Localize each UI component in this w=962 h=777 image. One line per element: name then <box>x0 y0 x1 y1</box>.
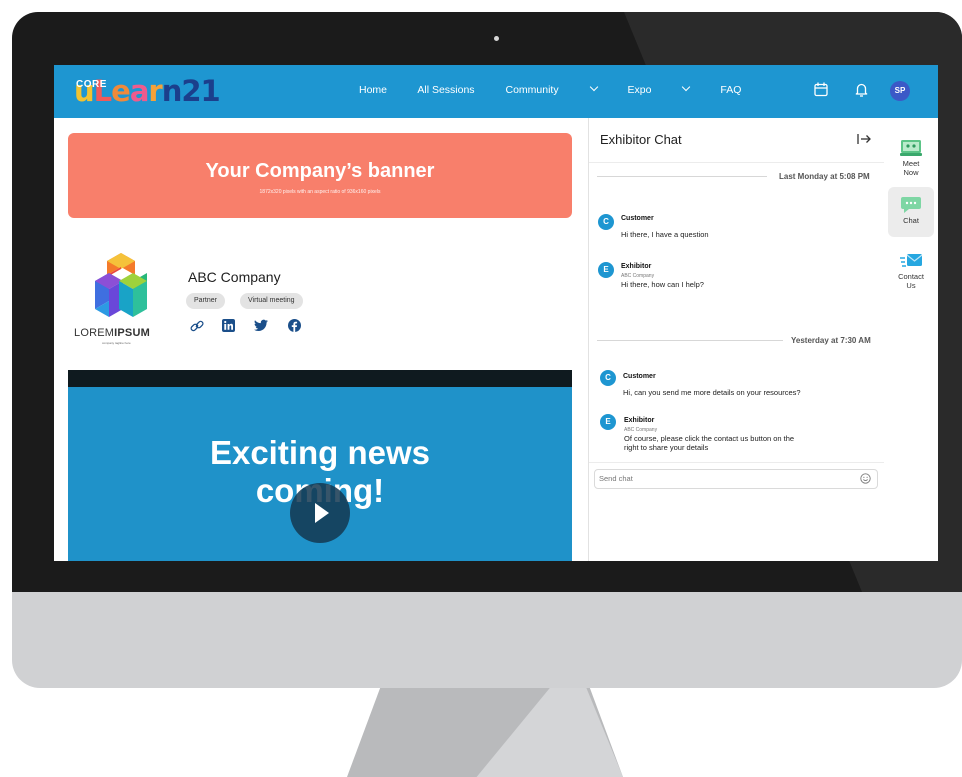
nav-faq[interactable]: FAQ <box>720 84 741 96</box>
facebook-icon[interactable] <box>288 319 301 332</box>
tag-virtual-meeting[interactable]: Virtual meeting <box>240 293 303 309</box>
nav-expo[interactable]: Expo <box>627 82 691 96</box>
message-text: Hi, can you send me more details on your… <box>623 388 801 397</box>
chat-bubble-icon <box>901 197 921 213</box>
nav-links: Home All Sessions Community Expo FAQ <box>359 82 769 96</box>
tag-partner[interactable]: Partner <box>186 293 225 309</box>
sender-name: Exhibitor <box>624 417 655 424</box>
emoji-icon[interactable] <box>860 473 871 484</box>
exhibitor-chat-panel: Exhibitor Chat Last Monday at 5:08 PM C … <box>588 118 886 561</box>
sender-organization: ABC Company <box>621 273 655 279</box>
nav-all-sessions[interactable]: All Sessions <box>417 84 474 96</box>
send-chat-input[interactable] <box>599 472 849 485</box>
sender-organization: ABC Company <box>624 427 658 433</box>
send-envelope-icon <box>900 254 923 267</box>
rail-chat-label: Chat <box>903 216 919 225</box>
webcam <box>494 36 499 41</box>
sender-name: Customer <box>623 373 656 380</box>
right-action-rail: Meet Now Chat Contact Us <box>884 118 938 561</box>
logo-word-light: LOREM <box>74 327 115 339</box>
logo-word-bold: IPSUM <box>114 327 150 339</box>
video-top-bar <box>68 370 572 387</box>
top-navigation-bar: uLearn21 CORE Home All Sessions Communit… <box>54 65 938 118</box>
nav-expo-label: Expo <box>627 84 652 96</box>
video-headline-line1: Exciting news <box>209 434 431 471</box>
send-chat-box <box>594 469 878 489</box>
logo-core-label: CORE <box>76 79 107 90</box>
divider-line <box>589 462 885 463</box>
company-banner: Your Company’s banner 1872x320 pixels wi… <box>68 133 572 218</box>
divider-line <box>597 340 783 341</box>
monitor-chin <box>12 592 962 688</box>
banner-subtitle: 1872x320 pixels with an aspect ratio of … <box>259 189 381 195</box>
message-text-line2: right to share your details <box>624 443 709 452</box>
message-text: Hi there, I have a question <box>621 230 709 239</box>
chat-header: Exhibitor Chat <box>589 118 885 163</box>
meet-now-icon <box>900 140 922 156</box>
message-text: Hi there, how can I help? <box>621 280 704 289</box>
nav-community[interactable]: Community <box>505 82 598 96</box>
twitter-icon[interactable] <box>254 319 268 332</box>
nav-community-label: Community <box>505 84 559 96</box>
sender-name: Exhibitor <box>621 263 652 270</box>
divider-line <box>597 176 767 177</box>
ulearn21-logo[interactable]: uLearn21 CORE <box>74 74 234 108</box>
message-text-line1: Of course, please click the contact us b… <box>624 434 795 443</box>
timestamp: Last Monday at 5:08 PM <box>779 172 870 181</box>
screen: uLearn21 CORE Home All Sessions Communit… <box>54 65 938 561</box>
chevron-down-icon <box>589 82 598 92</box>
avatar-customer: C <box>600 370 616 386</box>
rail-meet-now-label-line2: Now <box>903 168 919 177</box>
banner-title: Your Company’s banner <box>205 160 435 182</box>
calendar-icon[interactable] <box>814 82 828 97</box>
rail-contact-us[interactable]: Contact Us <box>888 250 934 300</box>
video-player[interactable]: Exciting news coming! <box>68 370 572 561</box>
rail-meet-now-label-line1: Meet <box>902 159 920 168</box>
nav-home[interactable]: Home <box>359 84 387 96</box>
sender-name: Customer <box>621 215 654 222</box>
linkedin-icon[interactable] <box>222 319 235 332</box>
rail-meet-now[interactable]: Meet Now <box>888 136 934 180</box>
play-button-icon[interactable] <box>290 483 350 543</box>
avatar-customer: C <box>598 214 614 230</box>
user-avatar[interactable]: SP <box>890 81 910 101</box>
rail-contact-label-line2: Us <box>906 281 916 290</box>
chat-title: Exhibitor Chat <box>600 132 682 147</box>
company-logo-wordmark: LOREMIPSUM <box>74 327 150 339</box>
avatar-exhibitor: E <box>600 414 616 430</box>
bell-icon[interactable] <box>855 82 868 97</box>
rail-contact-label-line1: Contact <box>898 272 924 281</box>
rail-chat[interactable]: Chat <box>888 187 934 237</box>
company-name: ABC Company <box>188 269 281 285</box>
timestamp: Yesterday at 7:30 AM <box>791 336 871 345</box>
company-logo-tagline: company tagline here <box>102 341 131 345</box>
link-icon[interactable] <box>190 319 204 333</box>
avatar-exhibitor: E <box>598 262 614 278</box>
chevron-down-icon <box>682 82 691 92</box>
collapse-panel-icon[interactable] <box>857 133 871 145</box>
